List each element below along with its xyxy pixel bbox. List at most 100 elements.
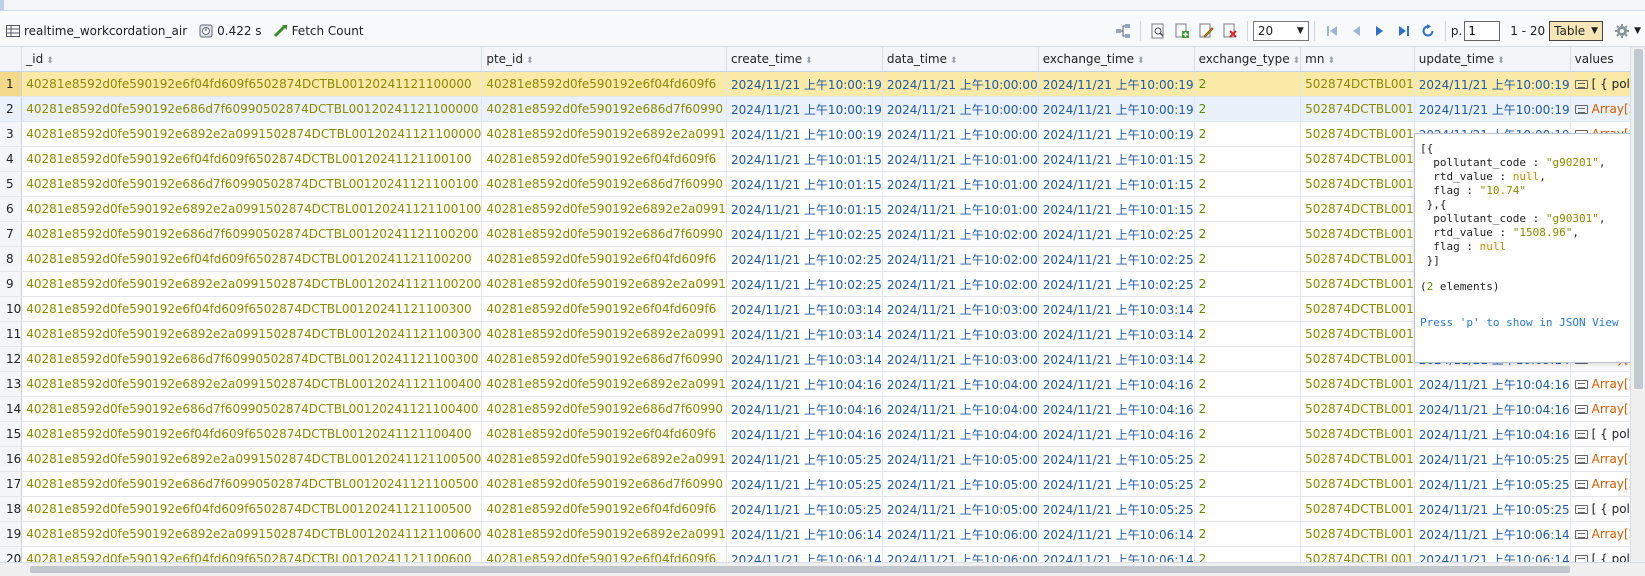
cell-mn[interactable]: 502874DCTBL001 (1300, 146, 1415, 172)
cell-mn[interactable]: 502874DCTBL001 (1300, 446, 1415, 472)
cell-data-time[interactable]: 2024/11/21 上午10:05:00 (882, 496, 1039, 522)
sort-icon[interactable]: ⬍ (1293, 56, 1300, 66)
table-row[interactable]: 11 40281e8592d0fe590192e6892e2a0991502874… (0, 321, 1645, 347)
cell-exchange-time[interactable]: 2024/11/21 上午10:00:19 (1038, 121, 1195, 147)
cell-data-time[interactable]: 2024/11/21 上午10:01:00 (882, 146, 1039, 172)
cell-exchange-time[interactable]: 2024/11/21 上午10:00:19 (1038, 96, 1195, 122)
cell-pte-id[interactable]: 40281e8592d0fe590192e6f04fd609f6 (481, 71, 727, 97)
cell-mn[interactable]: 502874DCTBL001 (1300, 546, 1415, 562)
column-header[interactable]: exchange_type ⬍ (1194, 47, 1302, 72)
row-number[interactable]: 18 (0, 496, 23, 522)
cell-exchange-time[interactable]: 2024/11/21 上午10:02:25 (1038, 246, 1195, 272)
cell-exchange-time[interactable]: 2024/11/21 上午10:04:16 (1038, 396, 1195, 422)
cell-exchange-time[interactable]: 2024/11/21 上午10:06:14 (1038, 546, 1195, 562)
table-row[interactable]: 5 40281e8592d0fe590192e686d7f60990502874D… (0, 171, 1645, 197)
cell-mn[interactable]: 502874DCTBL001 (1300, 471, 1415, 497)
add-document-icon[interactable] (1171, 20, 1193, 42)
cell-exchange-time[interactable]: 2024/11/21 上午10:03:14 (1038, 296, 1195, 322)
cell-id[interactable]: 40281e8592d0fe590192e6892e2a0991502874DC… (21, 521, 483, 547)
cell-update-time[interactable]: 2024/11/21 上午10:05:25 (1414, 471, 1571, 497)
column-header[interactable]: data_time ⬍ (882, 47, 1039, 72)
cell-exchange-type[interactable]: 2 (1194, 471, 1302, 497)
cell-update-time[interactable]: 2024/11/21 上午10:04:16 (1414, 371, 1571, 397)
cell-mn[interactable]: 502874DCTBL001 (1300, 71, 1415, 97)
cell-exchange-type[interactable]: 2 (1194, 221, 1302, 247)
cell-mn[interactable]: 502874DCTBL001 (1300, 346, 1415, 372)
cell-mn[interactable]: 502874DCTBL001 (1300, 371, 1415, 397)
delete-document-icon[interactable] (1219, 20, 1241, 42)
cell-create-time[interactable]: 2024/11/21 上午10:03:14 (726, 346, 883, 372)
cell-create-time[interactable]: 2024/11/21 上午10:02:25 (726, 246, 883, 272)
cell-id[interactable]: 40281e8592d0fe590192e686d7f60990502874DC… (21, 346, 483, 372)
view-mode-select[interactable]: Table ▼ (1549, 21, 1604, 41)
page-number-input[interactable] (1464, 21, 1501, 41)
cell-id[interactable]: 40281e8592d0fe590192e6f04fd609f6502874DC… (21, 246, 483, 272)
cell-pte-id[interactable]: 40281e8592d0fe590192e686d7f60990 (481, 171, 727, 197)
cell-mn[interactable]: 502874DCTBL001 (1300, 296, 1415, 322)
cell-create-time[interactable]: 2024/11/21 上午10:04:16 (726, 371, 883, 397)
cell-id[interactable]: 40281e8592d0fe590192e6892e2a0991502874DC… (21, 271, 483, 297)
row-number[interactable]: 3 (0, 121, 23, 147)
cell-pte-id[interactable]: 40281e8592d0fe590192e686d7f60990 (481, 346, 727, 372)
cell-create-time[interactable]: 2024/11/21 上午10:00:19 (726, 121, 883, 147)
column-header[interactable]: mn ⬍ (1300, 47, 1415, 72)
cell-exchange-type[interactable]: 2 (1194, 421, 1302, 447)
cell-pte-id[interactable]: 40281e8592d0fe590192e6f04fd609f6 (481, 246, 727, 272)
table-row[interactable]: 19 40281e8592d0fe590192e6892e2a0991502874… (0, 521, 1645, 547)
settings-gear-icon[interactable] (1611, 20, 1633, 42)
cell-create-time[interactable]: 2024/11/21 上午10:04:16 (726, 421, 883, 447)
cell-exchange-type[interactable]: 2 (1194, 271, 1302, 297)
table-row[interactable]: 8 40281e8592d0fe590192e6f04fd609f6502874D… (0, 246, 1645, 272)
cell-exchange-time[interactable]: 2024/11/21 上午10:01:15 (1038, 171, 1195, 197)
cell-mn[interactable]: 502874DCTBL001 (1300, 321, 1415, 347)
cell-create-time[interactable]: 2024/11/21 上午10:05:25 (726, 446, 883, 472)
last-page-icon[interactable] (1393, 20, 1415, 42)
cell-data-time[interactable]: 2024/11/21 上午10:03:00 (882, 321, 1039, 347)
cell-exchange-time[interactable]: 2024/11/21 上午10:06:14 (1038, 521, 1195, 547)
row-number[interactable]: 17 (0, 471, 23, 497)
settings-chevron-icon[interactable]: ▼ (1634, 26, 1641, 36)
table-row[interactable]: 20 40281e8592d0fe590192e6f04fd609f6502874… (0, 546, 1645, 562)
array-type-label[interactable]: Array (1592, 102, 1624, 116)
column-header[interactable]: exchange_time ⬍ (1038, 47, 1195, 72)
cell-id[interactable]: 40281e8592d0fe590192e686d7f60990502874DC… (21, 221, 483, 247)
sort-icon[interactable]: ⬍ (46, 56, 54, 66)
cell-exchange-time[interactable]: 2024/11/21 上午10:04:16 (1038, 371, 1195, 397)
cell-data-time[interactable]: 2024/11/21 上午10:02:00 (882, 271, 1039, 297)
row-number[interactable]: 1 (0, 71, 23, 97)
sort-icon[interactable]: ⬍ (1327, 56, 1335, 66)
sort-icon[interactable]: ⬍ (1137, 56, 1145, 66)
cell-update-time[interactable]: 2024/11/21 上午10:04:16 (1414, 421, 1571, 447)
cell-id[interactable]: 40281e8592d0fe590192e6892e2a0991502874DC… (21, 446, 483, 472)
cell-pte-id[interactable]: 40281e8592d0fe590192e6892e2a0991 (481, 521, 727, 547)
view-document-icon[interactable] (1147, 20, 1169, 42)
cell-pte-id[interactable]: 40281e8592d0fe590192e6f04fd609f6 (481, 146, 727, 172)
cell-exchange-type[interactable]: 2 (1194, 371, 1302, 397)
cell-update-time[interactable]: 2024/11/21 上午10:00:19 (1414, 96, 1571, 122)
cell-id[interactable]: 40281e8592d0fe590192e686d7f60990502874DC… (21, 96, 483, 122)
cell-create-time[interactable]: 2024/11/21 上午10:01:15 (726, 171, 883, 197)
row-number[interactable]: 14 (0, 396, 23, 422)
table-row[interactable]: 6 40281e8592d0fe590192e6892e2a0991502874D… (0, 196, 1645, 222)
cell-update-time[interactable]: 2024/11/21 上午10:04:16 (1414, 396, 1571, 422)
array-type-label[interactable]: Array (1592, 527, 1624, 541)
cell-pte-id[interactable]: 40281e8592d0fe590192e686d7f60990 (481, 471, 727, 497)
table-row[interactable]: 15 40281e8592d0fe590192e6f04fd609f6502874… (0, 421, 1645, 447)
previous-page-icon[interactable] (1345, 20, 1367, 42)
row-number[interactable]: 20 (0, 546, 23, 562)
array-type-label[interactable]: Array (1592, 477, 1624, 491)
row-number[interactable]: 19 (0, 521, 23, 547)
row-number[interactable]: 4 (0, 146, 23, 172)
column-header[interactable]: _id ⬍ (21, 47, 483, 72)
cell-create-time[interactable]: 2024/11/21 上午10:01:15 (726, 196, 883, 222)
cell-data-time[interactable]: 2024/11/21 上午10:03:00 (882, 296, 1039, 322)
cell-mn[interactable]: 502874DCTBL001 (1300, 521, 1415, 547)
next-page-icon[interactable] (1369, 20, 1391, 42)
cell-create-time[interactable]: 2024/11/21 上午10:00:19 (726, 71, 883, 97)
cell-data-time[interactable]: 2024/11/21 上午10:03:00 (882, 346, 1039, 372)
cell-pte-id[interactable]: 40281e8592d0fe590192e6892e2a0991 (481, 371, 727, 397)
cell-data-time[interactable]: 2024/11/21 上午10:04:00 (882, 371, 1039, 397)
row-number[interactable]: 9 (0, 271, 23, 297)
cell-exchange-time[interactable]: 2024/11/21 上午10:05:25 (1038, 446, 1195, 472)
column-header[interactable]: create_time ⬍ (726, 47, 883, 72)
